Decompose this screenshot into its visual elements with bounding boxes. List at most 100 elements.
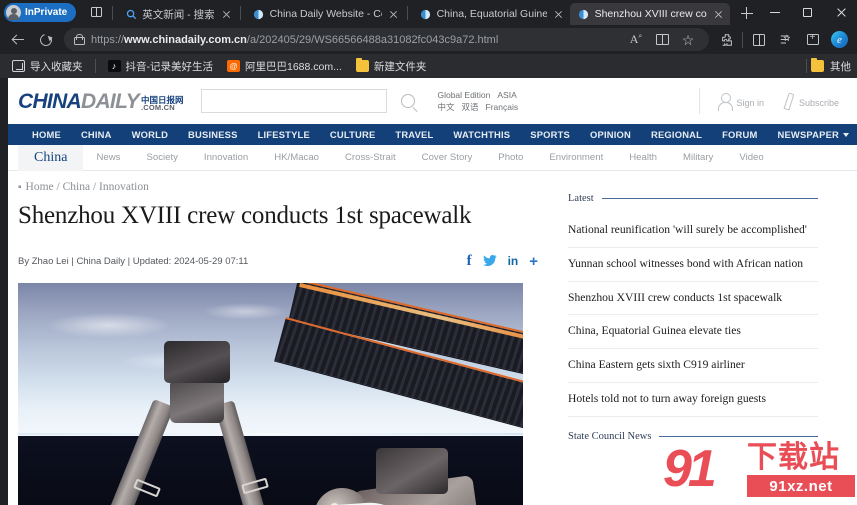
subnav-society[interactable]: Society xyxy=(133,152,190,163)
subnav-cover-story[interactable]: Cover Story xyxy=(409,152,486,163)
sidebar-column: Latest National reunification 'will sure… xyxy=(568,171,818,505)
more-share-icon[interactable]: + xyxy=(529,254,538,269)
browser-tab-3[interactable]: China, Equatorial Guinea ele xyxy=(412,3,570,25)
article-photo xyxy=(18,282,523,505)
edition-asia[interactable]: ASIA xyxy=(497,90,516,100)
star-icon[interactable]: ☆ xyxy=(675,28,701,51)
page-title: Shenzhou XVIII crew conducts 1st spacewa… xyxy=(18,202,472,229)
new-tab-button[interactable] xyxy=(736,2,758,24)
share-buttons: f in + xyxy=(467,253,538,269)
inprivate-indicator[interactable]: InPrivate xyxy=(4,3,77,22)
nav-business[interactable]: BUSINESS xyxy=(178,124,248,145)
nav-lifestyle[interactable]: LIFESTYLE xyxy=(248,124,320,145)
robotic-arm-joint xyxy=(170,378,224,423)
address-bar[interactable]: https://www.chinadaily.com.cn/a/202405/2… xyxy=(64,28,709,51)
subscribe-button[interactable]: Subscribe xyxy=(782,93,839,109)
chevron-down-icon xyxy=(843,132,849,137)
collections-icon[interactable] xyxy=(799,27,826,53)
nav-culture[interactable]: CULTURE xyxy=(320,124,386,145)
tab-search-icon[interactable] xyxy=(84,1,108,23)
list-item[interactable]: Shenzhou XVIII crew conducts 1st spacewa… xyxy=(568,282,818,316)
browser-tab-1[interactable]: 英文新闻 - 搜索 xyxy=(117,3,237,25)
nav-travel[interactable]: TRAVEL xyxy=(385,124,443,145)
list-item[interactable]: China, Equatorial Guinea elevate ties xyxy=(568,315,818,350)
subnav-video[interactable]: Video xyxy=(726,152,776,163)
edition-row-2[interactable]: 中文 双语 Français xyxy=(437,101,525,113)
sign-in-button[interactable]: Sign in xyxy=(718,93,764,111)
sidebar-latest-header: Latest xyxy=(568,193,818,204)
list-item[interactable]: National reunification 'will surely be a… xyxy=(568,214,818,248)
address-bar-actions: A⌕ ☆ xyxy=(623,28,701,51)
folder-icon xyxy=(355,58,369,72)
nav-china[interactable]: CHINA xyxy=(71,124,122,145)
edge-favicon-icon xyxy=(578,8,590,20)
browser-tab-2[interactable]: China Daily Website - Conn xyxy=(245,3,405,25)
browser-tab-4-active[interactable]: Shenzhou XVIII crew conduc xyxy=(569,3,730,25)
tab-close-icon[interactable] xyxy=(552,8,565,21)
breadcrumb-text[interactable]: Home / China / Innovation xyxy=(26,181,149,193)
search-button[interactable] xyxy=(393,94,423,108)
tab-close-icon[interactable] xyxy=(387,8,400,21)
immersive-reader-icon[interactable] xyxy=(649,28,675,51)
close-window-button[interactable] xyxy=(824,0,857,25)
edition-chinese[interactable]: 中文 xyxy=(437,102,454,112)
subnav-photo[interactable]: Photo xyxy=(485,152,536,163)
sidebar-rule xyxy=(659,435,818,437)
bookmark-new-folder[interactable]: 新建文件夹 xyxy=(350,57,433,76)
nav-regional[interactable]: REGIONAL xyxy=(641,124,712,145)
maximize-button[interactable] xyxy=(791,0,824,25)
nav-watchthis[interactable]: WATCHTHIS xyxy=(443,124,520,145)
robotic-effector-head xyxy=(376,447,448,494)
subnav-current-china[interactable]: China xyxy=(18,144,84,171)
logo-daily-text: DAILY xyxy=(81,89,140,113)
back-button[interactable] xyxy=(4,27,32,53)
minimize-button[interactable] xyxy=(758,0,791,25)
subnav-cross-strait[interactable]: Cross-Strait xyxy=(332,152,409,163)
bookmark-douyin[interactable]: ♪ 抖音-记录美好生活 xyxy=(102,57,220,76)
facebook-share-icon[interactable]: f xyxy=(467,253,472,269)
bookmark-alibaba[interactable]: @ 阿里巴巴1688.com... xyxy=(221,57,348,76)
subnav-environment[interactable]: Environment xyxy=(536,152,616,163)
twitter-share-icon[interactable] xyxy=(482,254,497,268)
breadcrumb-bullet-icon: ▪ xyxy=(18,182,22,193)
bookmark-label: 阿里巴巴1688.com... xyxy=(245,60,342,73)
nav-world[interactable]: WORLD xyxy=(122,124,178,145)
list-item[interactable]: Hotels told not to turn away foreign gue… xyxy=(568,383,818,417)
nav-opinion[interactable]: OPINION xyxy=(580,124,641,145)
extensions-puzzle-icon[interactable] xyxy=(713,27,740,53)
bookmarks-overflow[interactable]: 其他 xyxy=(802,58,851,74)
minimize-icon xyxy=(769,12,780,13)
nav-sports[interactable]: SPORTS xyxy=(520,124,580,145)
copilot-edge-icon[interactable]: e xyxy=(826,27,853,53)
chinadaily-logo[interactable]: CHINA DAILY 中国日报网 .COM.CN xyxy=(18,91,183,112)
edition-bilingual[interactable]: 双语 xyxy=(461,102,478,112)
subnav-health[interactable]: Health xyxy=(616,152,670,163)
subnav-news[interactable]: News xyxy=(83,152,133,163)
reload-button[interactable] xyxy=(32,27,60,53)
nav-newspaper[interactable]: NEWSPAPER xyxy=(767,124,857,145)
nav-home[interactable]: HOME xyxy=(22,124,71,145)
list-item[interactable]: Yunnan school witnesses bond with Africa… xyxy=(568,248,818,282)
read-aloud-icon[interactable]: A⌕ xyxy=(623,28,649,51)
toolbar-actions: e xyxy=(713,27,853,53)
split-screen-icon[interactable] xyxy=(745,27,772,53)
import-favorites-button[interactable]: 导入收藏夹 xyxy=(6,57,89,76)
bookmarks-divider xyxy=(806,59,807,73)
linkedin-share-icon[interactable]: in xyxy=(508,255,519,267)
tab-close-icon[interactable] xyxy=(712,8,725,21)
subnav-military[interactable]: Military xyxy=(670,152,726,163)
search-input[interactable] xyxy=(201,89,388,113)
person-icon xyxy=(718,93,734,111)
edge-favicon-icon xyxy=(420,8,432,20)
tab-close-icon[interactable] xyxy=(220,8,233,21)
favorites-list-icon[interactable] xyxy=(772,27,799,53)
subscribe-label: Subscribe xyxy=(798,98,839,108)
edition-global[interactable]: Global Edition xyxy=(437,90,490,100)
edition-row-1[interactable]: Global Edition ASIA xyxy=(437,89,525,101)
list-item[interactable]: China Eastern gets sixth C919 airliner xyxy=(568,349,818,383)
edition-french[interactable]: Français xyxy=(486,102,519,112)
bookmarks-overflow-label: 其他 xyxy=(830,60,851,73)
subnav-hk-macao[interactable]: HK/Macao xyxy=(261,152,332,163)
subnav-innovation[interactable]: Innovation xyxy=(191,152,261,163)
nav-forum[interactable]: FORUM xyxy=(712,124,767,145)
